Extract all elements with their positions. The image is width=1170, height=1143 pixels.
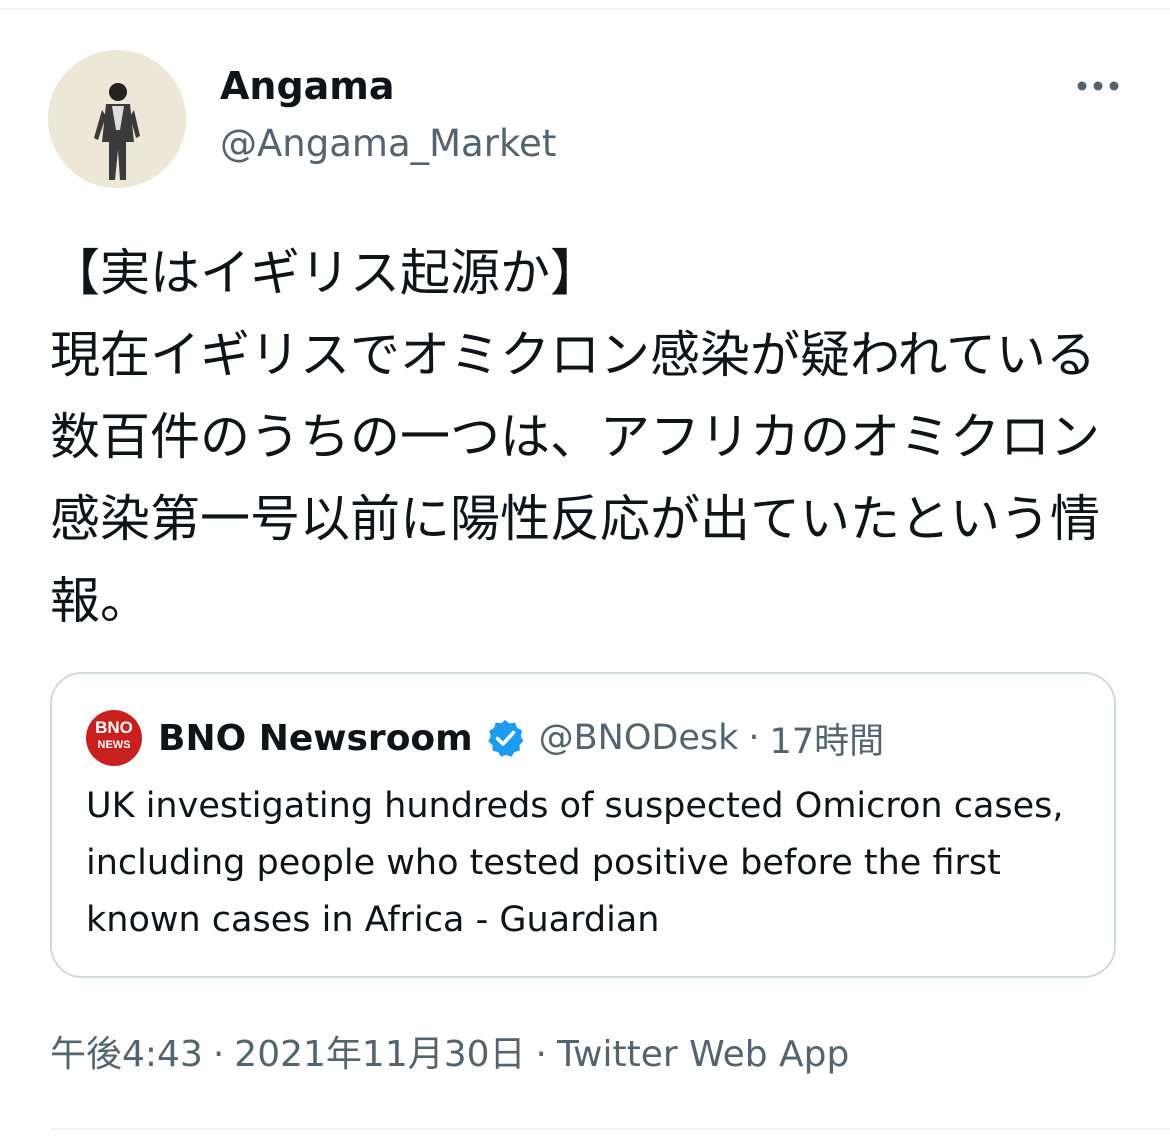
bno-logo-text-top: BNO <box>95 718 133 737</box>
meta-separator: · <box>535 1034 547 1075</box>
tweet-text: 【実はイギリス起源か】 現在イギリスでオミクロン感染が疑われている数百件のうちの… <box>50 244 1100 630</box>
tweet-meta: 午後4:43 · 2021年11月30日 · Twitter Web App <box>50 1030 849 1080</box>
tweet-date[interactable]: 2021年11月30日 <box>234 1030 525 1080</box>
quoted-tweet-text: UK investigating hundreds of suspected O… <box>86 786 1075 940</box>
meta-separator: · <box>212 1034 225 1075</box>
person-photo-avatar-icon <box>48 50 186 188</box>
quoted-author-name: BNO Newsroom <box>158 717 473 759</box>
author-avatar[interactable] <box>48 50 186 188</box>
top-divider <box>0 8 1170 10</box>
verified-badge-icon <box>488 720 524 757</box>
bno-news-logo-avatar[interactable]: BNO NEWS <box>86 710 142 766</box>
bottom-divider <box>50 1128 1170 1130</box>
quoted-separator: · <box>748 718 760 758</box>
tweet-time[interactable]: 午後4:43 <box>50 1030 203 1080</box>
quoted-timestamp[interactable]: 17時間 <box>770 713 885 764</box>
more-button[interactable] <box>1068 66 1128 106</box>
quoted-tweet-card[interactable]: BNO NEWS BNO Newsroom @BNODesk · 17時間 UK… <box>50 672 1116 978</box>
quoted-tweet-header: BNO NEWS BNO Newsroom @BNODesk · 17時間 <box>86 710 884 766</box>
bno-logo-text-bottom: NEWS <box>97 739 131 751</box>
tweet-source[interactable]: Twitter Web App <box>557 1030 849 1080</box>
author-handle[interactable]: @Angama_Market <box>220 120 556 168</box>
more-horizontal-icon <box>1077 81 1119 91</box>
quoted-author-handle: @BNODesk <box>538 718 739 758</box>
author-display-name[interactable]: Angama <box>220 62 395 110</box>
